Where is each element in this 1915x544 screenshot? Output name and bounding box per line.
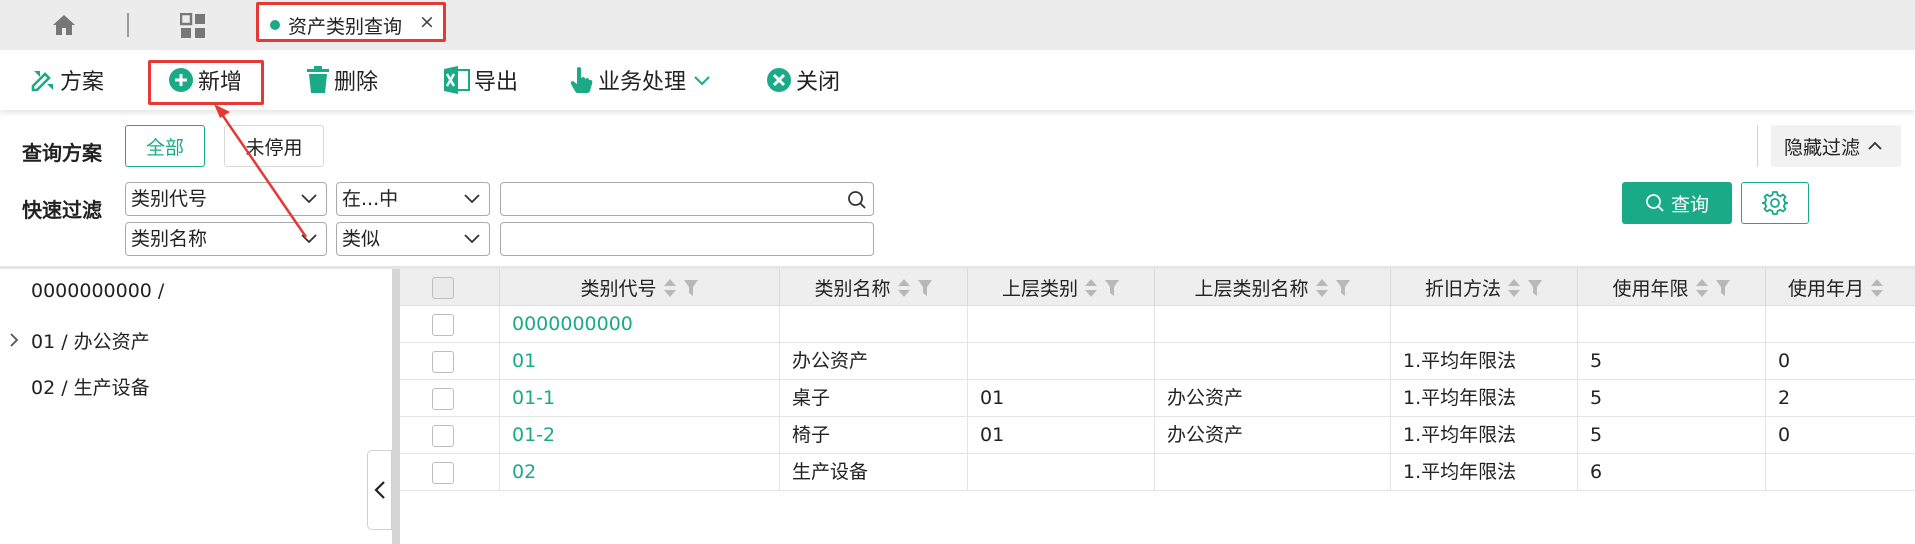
header-name-label: 类别名称 <box>814 278 891 300</box>
sort-icon[interactable] <box>1315 278 1329 298</box>
table-row[interactable]: 01-1 桌子 01 办公资产 1.平均年限法 5 2 <box>400 380 1915 417</box>
table-row[interactable]: 01 办公资产 1.平均年限法 5 0 <box>400 343 1915 380</box>
cell-method: 1.平均年限法 <box>1391 380 1578 417</box>
cell-parent-name <box>1155 343 1391 380</box>
sort-icon[interactable] <box>1695 278 1709 298</box>
sort-icon[interactable] <box>1507 278 1521 298</box>
filter-funnel-icon[interactable] <box>917 279 933 297</box>
cell-months: 0 <box>1778 424 1791 446</box>
panel-splitter[interactable] <box>392 269 400 544</box>
cell-parent-name: 办公资产 <box>1155 380 1391 417</box>
header-parent-name-label: 上层类别名称 <box>1194 278 1309 300</box>
filter-funnel-icon[interactable] <box>1715 279 1731 297</box>
select-all-checkbox[interactable] <box>432 277 454 299</box>
table-row[interactable]: 0000000000 <box>400 306 1915 343</box>
cell-name: 办公资产 <box>780 343 968 380</box>
category-tree: 0000000000 / 01 / 办公资产 02 / 生产设备 <box>0 269 392 544</box>
row-checkbox[interactable] <box>432 425 454 447</box>
header-months-label: 使用年月 <box>1788 278 1865 300</box>
header-code[interactable]: 类别代号 <box>500 269 780 306</box>
header-parent-name[interactable]: 上层类别名称 <box>1155 269 1391 306</box>
filter-funnel-icon[interactable] <box>1335 279 1351 297</box>
cell-method <box>1391 306 1578 343</box>
cell-parent <box>968 343 1155 380</box>
cell-months: 2 <box>1778 387 1791 409</box>
row-checkbox[interactable] <box>432 388 454 410</box>
cell-parent <box>968 454 1155 491</box>
cell-name: 生产设备 <box>780 454 968 491</box>
header-code-label: 类别代号 <box>580 278 657 300</box>
cell-code[interactable]: 0000000000 <box>500 306 780 343</box>
sort-icon[interactable] <box>663 278 677 298</box>
row-select-cell <box>400 306 500 343</box>
row-checkbox[interactable] <box>432 351 454 373</box>
cell-years: 5 <box>1578 343 1766 380</box>
header-method[interactable]: 折旧方法 <box>1391 269 1578 306</box>
cell-code[interactable]: 02 <box>500 454 780 491</box>
row-checkbox[interactable] <box>432 314 454 336</box>
category-grid: 类别代号 类别名称 上层类别 上层类别名称 折旧方法 使用年限 使用年月 000… <box>400 269 1915 544</box>
chevron-left-icon <box>373 481 385 499</box>
row-checkbox[interactable] <box>432 462 454 484</box>
tree-item-root[interactable]: 0000000000 / <box>31 280 164 302</box>
table-row[interactable]: 01-2 椅子 01 办公资产 1.平均年限法 5 0 <box>400 417 1915 454</box>
header-years[interactable]: 使用年限 <box>1578 269 1766 306</box>
cell-parent: 01 <box>968 380 1155 417</box>
cell-years: 6 <box>1578 454 1766 491</box>
header-years-label: 使用年限 <box>1612 278 1689 300</box>
cell-parent-name <box>1155 306 1391 343</box>
cell-years <box>1578 306 1766 343</box>
cell-years: 5 <box>1578 417 1766 454</box>
cell-name: 桌子 <box>780 380 968 417</box>
cell-parent-name <box>1155 454 1391 491</box>
cell-code[interactable]: 01-2 <box>500 417 780 454</box>
cell-name: 椅子 <box>780 417 968 454</box>
sort-icon[interactable] <box>897 278 911 298</box>
cell-method: 1.平均年限法 <box>1391 343 1578 380</box>
header-name[interactable]: 类别名称 <box>780 269 968 306</box>
sort-icon[interactable] <box>1084 278 1098 298</box>
chevron-right-icon[interactable] <box>7 331 21 349</box>
row-select-cell <box>400 454 500 491</box>
header-parent-label: 上层类别 <box>1001 278 1078 300</box>
cell-parent-name: 办公资产 <box>1155 417 1391 454</box>
filter-funnel-icon[interactable] <box>1104 279 1120 297</box>
filter-funnel-icon[interactable] <box>683 279 699 297</box>
cell-months: 0 <box>1778 350 1791 372</box>
cell-parent <box>968 306 1155 343</box>
cell-code[interactable]: 01 <box>500 343 780 380</box>
cell-parent: 01 <box>968 417 1155 454</box>
cell-years: 5 <box>1578 380 1766 417</box>
header-months[interactable]: 使用年月 <box>1766 269 1915 306</box>
header-select-cell <box>400 269 500 306</box>
cell-method: 1.平均年限法 <box>1391 454 1578 491</box>
grid-header: 类别代号 类别名称 上层类别 上层类别名称 折旧方法 使用年限 使用年月 <box>400 269 1915 306</box>
cell-code[interactable]: 01-1 <box>500 380 780 417</box>
tree-item-production[interactable]: 02 / 生产设备 <box>31 373 150 400</box>
row-select-cell <box>400 343 500 380</box>
header-parent[interactable]: 上层类别 <box>968 269 1155 306</box>
row-select-cell <box>400 417 500 454</box>
cell-months <box>1766 454 1915 491</box>
cell-name <box>780 306 968 343</box>
table-row[interactable]: 02 生产设备 1.平均年限法 6 <box>400 454 1915 491</box>
row-select-cell <box>400 380 500 417</box>
sort-icon[interactable] <box>1870 278 1884 298</box>
tree-item-office[interactable]: 01 / 办公资产 <box>31 327 150 354</box>
filter-funnel-icon[interactable] <box>1527 279 1543 297</box>
header-method-label: 折旧方法 <box>1424 278 1501 300</box>
collapse-tree-button[interactable] <box>367 450 392 530</box>
cell-months <box>1766 306 1915 343</box>
cell-method: 1.平均年限法 <box>1391 417 1578 454</box>
